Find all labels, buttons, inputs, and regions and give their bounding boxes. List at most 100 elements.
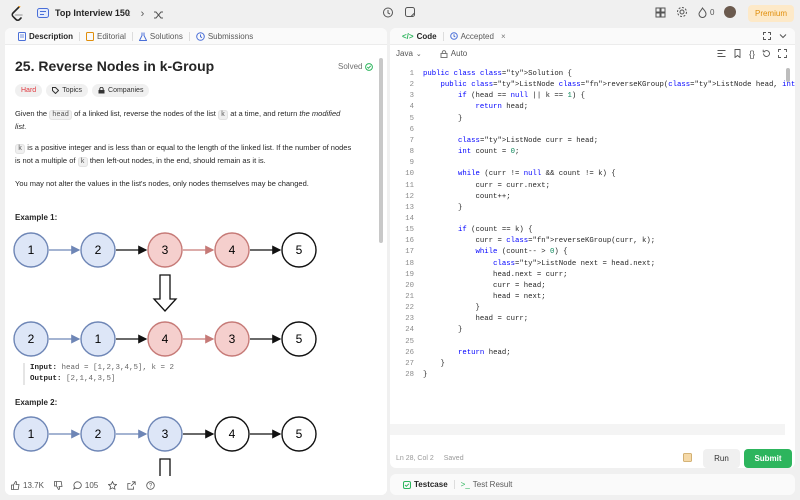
close-tab-icon[interactable]: × <box>501 32 506 41</box>
maximize-icon[interactable] <box>763 32 771 40</box>
node-value: 2 <box>95 243 102 257</box>
solved-indicator: Solved <box>338 62 374 71</box>
tab-test-result[interactable]: >_ Test Result <box>455 480 519 489</box>
autocomplete-toggle[interactable]: Auto <box>440 49 467 58</box>
star-icon[interactable] <box>108 481 118 490</box>
code-editor[interactable]: 1 public class class="ty">Solution {2 pub… <box>390 68 795 435</box>
transform-down-arrow <box>159 458 171 476</box>
output-value: [2,1,4,3,5] <box>66 375 116 383</box>
help-icon[interactable]: ? <box>146 481 155 490</box>
notes-icon[interactable] <box>404 6 416 18</box>
layout-grid-icon[interactable] <box>655 7 666 18</box>
code-line: class="ty">ListNode curr = head; <box>458 136 599 145</box>
companies-label: Companies <box>108 87 144 94</box>
code-line: return head; <box>458 348 511 357</box>
line-number: 7 <box>409 136 414 145</box>
like-button[interactable]: 13.7K <box>11 481 44 490</box>
streak-counter[interactable]: 0 <box>698 6 714 18</box>
transform-down-arrow <box>152 274 178 312</box>
list-node: 4 <box>214 232 250 268</box>
node-value: 2 <box>28 332 35 346</box>
submit-button[interactable]: Submit <box>744 449 792 468</box>
tab-description[interactable]: Description <box>12 31 79 41</box>
check-circle-icon <box>365 62 374 71</box>
list-node: 2 <box>80 416 116 452</box>
format-icon[interactable] <box>717 49 726 58</box>
line-number: 14 <box>405 214 414 223</box>
code-line: head = curr; <box>423 315 529 324</box>
shuffle-icon[interactable] <box>154 10 164 20</box>
topics-badge[interactable]: Topics <box>46 84 89 97</box>
like-count: 13.7K <box>23 481 44 490</box>
problem-list-link[interactable]: Top Interview 150 <box>37 8 130 18</box>
code-line: return head; <box>475 103 529 112</box>
code-line: curr = curr.next; <box>423 181 550 190</box>
description-paragraph: k is a positive integer and is less than… <box>15 142 353 168</box>
language-label: Java <box>396 49 413 58</box>
tab-testcase[interactable]: Testcase <box>397 480 454 489</box>
leetcode-logo-icon[interactable] <box>10 6 24 22</box>
list-node: 2 <box>80 232 116 268</box>
input-label: Input: <box>30 364 58 372</box>
description-footer: 13.7K 105 ? <box>5 476 387 495</box>
text: Given the <box>15 109 50 118</box>
node-value: 1 <box>95 332 102 346</box>
bookmark-icon[interactable] <box>733 48 742 58</box>
code-line: } <box>423 114 463 123</box>
code-line: head.next = curr; <box>423 270 568 279</box>
line-number: 19 <box>405 270 414 279</box>
node-value: 5 <box>296 427 303 441</box>
code-line: } <box>423 371 428 380</box>
user-avatar[interactable] <box>724 6 737 18</box>
premium-button[interactable]: Premium <box>748 5 794 22</box>
tab-accepted-label: Accepted <box>460 31 494 41</box>
next-problem-icon[interactable]: › <box>141 7 145 20</box>
editor-window-controls <box>763 32 795 40</box>
line-number: 20 <box>405 281 414 290</box>
list-node: 1 <box>80 321 116 357</box>
chevron-down-icon: ⌄ <box>415 50 422 58</box>
tab-code[interactable]: </> Code <box>396 32 443 41</box>
line-number: 21 <box>405 293 414 301</box>
reset-icon[interactable] <box>762 49 771 58</box>
editor-scrollbar[interactable] <box>786 68 790 82</box>
language-selector[interactable]: Java ⌄ <box>396 49 422 58</box>
thumbs-up-icon <box>11 481 20 490</box>
tab-editorial[interactable]: Editorial <box>80 31 132 41</box>
list-node: 5 <box>281 416 317 452</box>
code-editor-panel: </> Code Accepted × Java ⌄ Auto {} 1 pub… <box>390 28 795 468</box>
settings-gear-icon[interactable] <box>676 6 688 18</box>
minimize-chevron-icon[interactable] <box>779 32 787 40</box>
share-icon[interactable] <box>127 481 136 490</box>
thumbs-down-icon[interactable] <box>54 481 63 490</box>
run-button[interactable]: Run <box>703 449 740 468</box>
description-paragraph: Given the head of a linked list, reverse… <box>15 108 353 132</box>
prev-problem-icon[interactable]: ‹ <box>127 7 131 20</box>
node-value: 5 <box>296 243 303 257</box>
line-number: 13 <box>405 203 414 212</box>
tab-submissions-label: Submissions <box>207 31 254 41</box>
tab-solutions[interactable]: Solutions <box>133 32 189 41</box>
difficulty-badge: Hard <box>15 84 43 97</box>
list-node: 1 <box>13 416 49 452</box>
solved-label: Solved <box>338 62 363 71</box>
fullscreen-icon[interactable] <box>778 48 787 58</box>
text: . <box>24 122 27 131</box>
tab-submissions[interactable]: Submissions <box>190 32 259 41</box>
code-line: while (curr != null && count != k) { <box>458 170 616 179</box>
input-value: head = [1,2,3,4,5], k = 2 <box>61 364 175 372</box>
timer-icon[interactable] <box>382 6 394 18</box>
clipboard-icon[interactable] <box>683 452 692 462</box>
text: then left-out nodes, in the end, should … <box>87 156 266 165</box>
tab-code-label: Code <box>416 31 437 41</box>
companies-badge[interactable]: Companies <box>92 84 150 97</box>
list-node: 3 <box>147 232 183 268</box>
example-1-io: Input: head = [1,2,3,4,5], k = 2 Output:… <box>23 363 174 385</box>
code-line: class="ty">ListNode next = head.next; <box>493 259 656 268</box>
node-value: 1 <box>28 427 35 441</box>
code-line: } <box>423 359 445 368</box>
description-scrollbar[interactable] <box>379 58 383 243</box>
tab-accepted[interactable]: Accepted × <box>444 32 512 41</box>
braces-icon[interactable]: {} <box>749 49 755 59</box>
comments-button[interactable]: 105 <box>72 481 98 490</box>
